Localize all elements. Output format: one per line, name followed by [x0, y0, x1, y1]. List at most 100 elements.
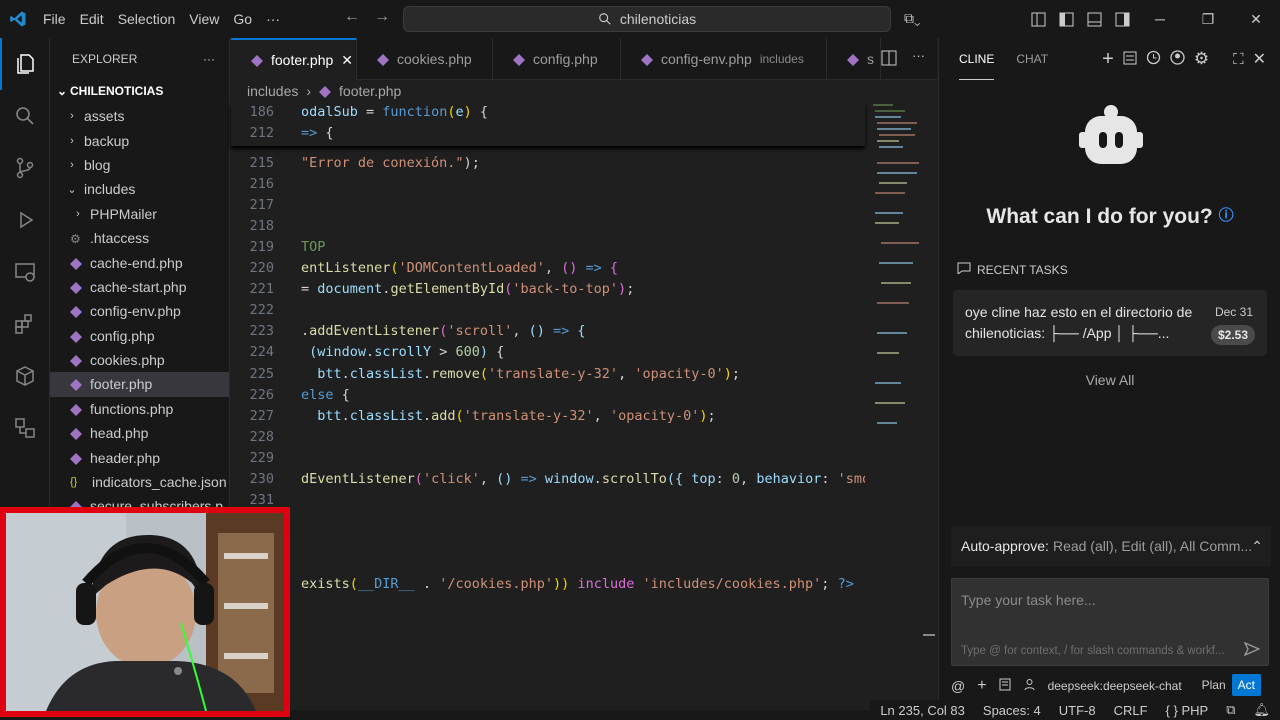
search-activity-icon[interactable] — [0, 90, 50, 142]
tree-item-blog[interactable]: › blog — [50, 153, 229, 177]
containers-icon[interactable] — [0, 350, 50, 402]
tab-cookies-php[interactable]: cookies.php — [357, 38, 493, 80]
tree-item-phpmailer[interactable]: › PHPMailer — [50, 202, 229, 226]
info-icon[interactable]: ⓘ — [1219, 207, 1234, 224]
tree-item-config-php[interactable]: config.php — [50, 324, 229, 348]
remote-explorer-icon[interactable] — [0, 246, 50, 298]
minimap[interactable] — [871, 102, 923, 442]
minimize-button[interactable]: ─ — [1136, 0, 1184, 38]
tree-item-cache-start-php[interactable]: cache-start.php — [50, 275, 229, 299]
tab-config-env-php[interactable]: config-env.php includes — [621, 38, 827, 80]
close-icon[interactable]: ✕ — [1253, 49, 1266, 69]
gear-icon[interactable]: ⚙ — [1194, 49, 1209, 69]
tree-item-functions-php[interactable]: functions.php — [50, 397, 229, 421]
menu-item-3[interactable]: View — [182, 11, 226, 27]
tree-item-backup[interactable]: › backup — [50, 128, 229, 152]
expand-icon[interactable]: ⛶ — [1233, 51, 1244, 68]
cursor-position[interactable]: Ln 235, Col 83 — [880, 703, 965, 718]
code-token: 'opacity-0' — [634, 365, 724, 382]
toggle-sidebar-icon[interactable] — [1052, 0, 1080, 38]
act-mode-button[interactable]: Act — [1231, 674, 1261, 696]
code-token: TOP — [301, 239, 326, 256]
cline-robot-icon — [1079, 105, 1143, 164]
tree-item-footer-php[interactable]: footer.php — [50, 372, 229, 397]
maximize-button[interactable]: ❐ — [1184, 0, 1232, 38]
tab-chat[interactable]: CHAT — [1016, 38, 1048, 80]
tab-label: cookies.php — [397, 51, 472, 67]
customize-layout-icon[interactable] — [1024, 0, 1052, 38]
tab-footer-php[interactable]: footer.php ✕ — [231, 38, 357, 80]
send-icon[interactable] — [1243, 641, 1261, 660]
tree-item-config-env-php[interactable]: config-env.php — [50, 299, 229, 323]
encoding[interactable]: UTF-8 — [1059, 703, 1096, 718]
plan-mode-button[interactable]: Plan — [1196, 674, 1232, 696]
view-all-link[interactable]: View All — [939, 372, 1280, 388]
code-token: ; — [707, 407, 716, 424]
task-input[interactable]: Type your task here... Type @ for contex… — [951, 578, 1269, 666]
language-mode[interactable]: { } PHP — [1166, 703, 1209, 718]
run-debug-icon[interactable] — [0, 194, 50, 246]
history-icon[interactable] — [1146, 50, 1161, 68]
forward-arrow-icon[interactable]: → — [374, 8, 390, 26]
tab-cline[interactable]: CLINE — [959, 38, 995, 80]
toggle-panel-icon[interactable] — [1080, 0, 1108, 38]
code-view[interactable]: 215 "Error de conexión."); 216 217 218 219 TOP… — [231, 102, 865, 710]
model-selector[interactable]: deepseek:deepseek-chat — [1048, 679, 1182, 693]
command-center-search[interactable]: chilenoticias — [403, 6, 891, 32]
tree-item-head-php[interactable]: head.php — [50, 421, 229, 445]
more-actions-button[interactable]: ··· — [912, 48, 925, 63]
explorer-more-button[interactable]: ··· — [203, 52, 215, 66]
mcp-icon[interactable] — [1023, 678, 1036, 694]
menu-item-2[interactable]: Selection — [111, 11, 183, 27]
back-arrow-icon[interactable]: ← — [344, 8, 360, 26]
auto-approve-bar[interactable]: Auto-approve: Read (all), Edit (all), Al… — [951, 526, 1271, 566]
breadcrumb-file[interactable]: footer.php — [339, 83, 401, 99]
breadcrumb-folder[interactable]: includes — [247, 83, 298, 99]
rules-icon[interactable] — [999, 678, 1011, 694]
line-source: .addEventListener('scroll', () => { — [301, 321, 586, 342]
code-token: (window — [309, 344, 367, 361]
plus-icon[interactable]: + — [1102, 48, 1114, 71]
tab-s[interactable]: s — [827, 38, 881, 80]
menu-item-4[interactable]: Go — [226, 11, 259, 27]
code-token: scrollTo — [601, 470, 667, 487]
code-token: 'scroll' — [447, 323, 513, 340]
tree-item--htaccess[interactable]: ⚙ .htaccess — [50, 226, 229, 250]
tree-item-cookies-php[interactable]: cookies.php — [50, 348, 229, 372]
menu-item-1[interactable]: Edit — [73, 11, 111, 27]
recent-task-item[interactable]: oye cline haz esto en el directorio de c… — [953, 290, 1267, 356]
at-mention-icon[interactable]: @ — [951, 678, 965, 694]
history-list-icon[interactable] — [1123, 51, 1137, 68]
menu-item-5[interactable]: ··· — [259, 11, 287, 27]
indentation[interactable]: Spaces: 4 — [983, 703, 1041, 718]
copilot-icon[interactable]: ⧉⌄ — [904, 10, 921, 27]
split-editor-icon[interactable] — [881, 50, 897, 69]
tree-item-indicators-cache-json[interactable]: {} indicators_cache.json — [50, 470, 229, 494]
explorer-root-folder[interactable]: ⌄ CHILENOTICIAS — [50, 80, 229, 102]
tree-item-assets[interactable]: › assets — [50, 104, 229, 128]
menu-item-0[interactable]: File — [36, 11, 73, 27]
tree-item-includes[interactable]: ⌄ includes — [50, 177, 229, 201]
tree-item-cache-end-php[interactable]: cache-end.php — [50, 250, 229, 274]
toggle-secondary-sidebar-icon[interactable] — [1108, 0, 1136, 38]
close-icon[interactable]: ✕ — [341, 52, 353, 69]
tab-config-php[interactable]: config.php — [493, 38, 621, 80]
search-icon — [599, 13, 611, 25]
extensions-icon[interactable] — [0, 298, 50, 350]
tree-item-header-php[interactable]: header.php — [50, 445, 229, 469]
remote-icon[interactable] — [0, 402, 50, 454]
account-icon[interactable] — [1170, 50, 1185, 68]
source-control-icon[interactable] — [0, 142, 50, 194]
notifications-icon[interactable]: 🔔︎ — [1253, 702, 1270, 718]
end-of-line[interactable]: CRLF — [1114, 703, 1148, 718]
explorer-icon[interactable] — [0, 38, 50, 90]
copilot-status-icon[interactable]: ⧉ — [1226, 702, 1235, 718]
tab-label: config.php — [533, 51, 598, 67]
line-source: => { — [301, 123, 334, 144]
code-token: ( — [390, 260, 399, 277]
close-window-button[interactable]: ✕ — [1232, 0, 1280, 38]
code-token: 'back-to-top' — [512, 281, 619, 298]
add-context-icon[interactable]: + — [977, 677, 986, 695]
code-line: 219 TOP — [231, 237, 326, 258]
code-token: classList — [349, 365, 423, 382]
